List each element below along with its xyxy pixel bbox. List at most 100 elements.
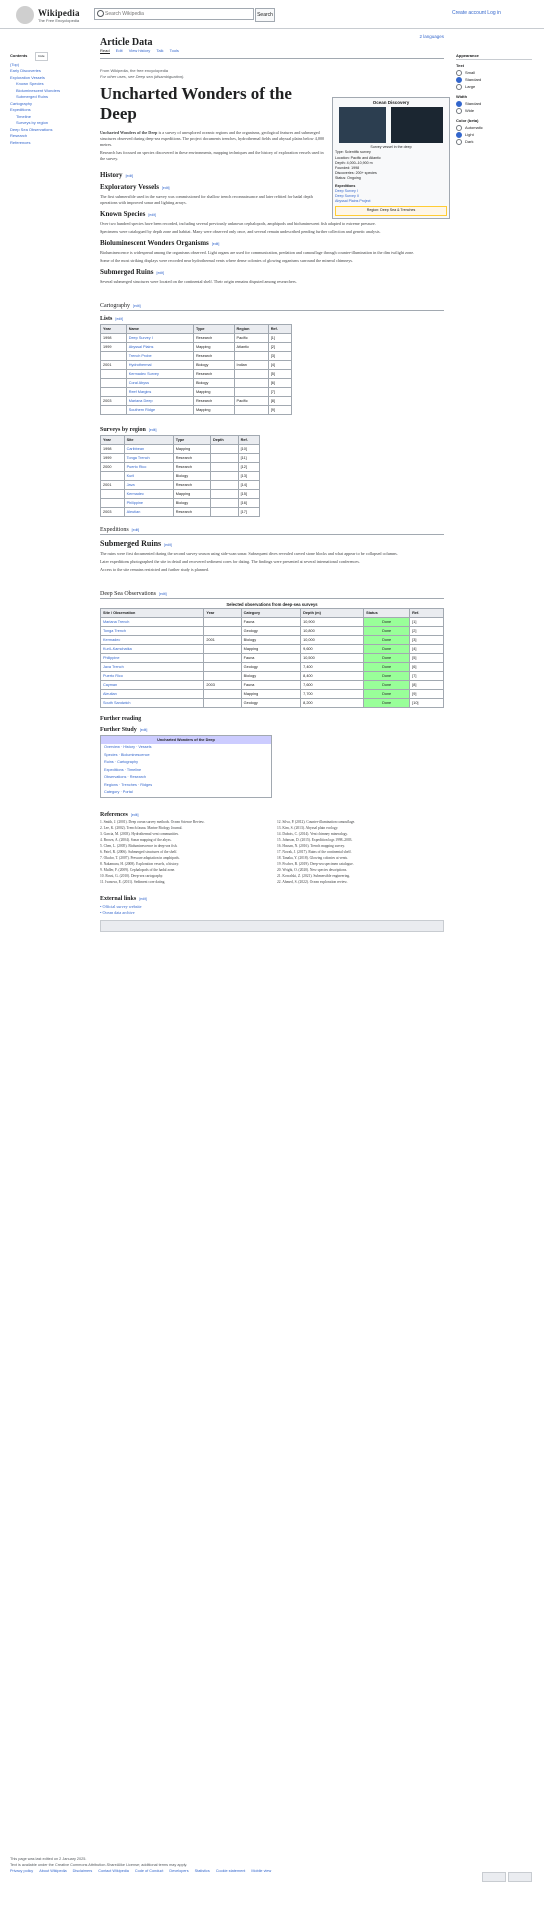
table-cell[interactable]: Southern Ridge xyxy=(125,405,194,415)
column-header[interactable]: Site xyxy=(123,435,174,445)
table-cell[interactable]: Puerto Rico xyxy=(99,671,205,681)
tab-history[interactable]: View history xyxy=(129,48,151,53)
table-cell[interactable]: Kermadec Survey xyxy=(125,369,194,379)
column-header[interactable]: Name xyxy=(125,324,194,334)
wordmark[interactable]: Wikipedia xyxy=(38,8,80,18)
wikimedia-badge-icon[interactable] xyxy=(482,1872,506,1882)
navbox-row[interactable]: Observations · Research xyxy=(101,774,271,782)
navbox-row[interactable]: Regions · Trenches · Ridges xyxy=(101,782,271,790)
column-header[interactable]: Status xyxy=(363,608,411,618)
toc-hide-button[interactable]: hide xyxy=(35,52,48,61)
language-button[interactable]: 2 languages xyxy=(419,34,444,39)
table-cell[interactable]: Tonga Trench xyxy=(99,626,205,636)
table-cell[interactable]: Cayman xyxy=(99,680,205,690)
table-cell[interactable]: Philippine xyxy=(99,653,205,663)
table-cell[interactable]: Tonga Trench xyxy=(123,453,174,463)
tab-tools[interactable]: Tools xyxy=(170,48,179,53)
text-size-option[interactable]: Small xyxy=(456,69,532,76)
wikipedia-logo-icon[interactable] xyxy=(16,6,34,24)
table-cell[interactable]: Hydrothermal xyxy=(125,360,194,370)
column-header[interactable]: Ref. xyxy=(237,435,261,445)
column-header[interactable]: Ref. xyxy=(409,608,444,618)
edit-link[interactable]: [edit] xyxy=(139,897,147,901)
edit-link[interactable]: [edit] xyxy=(156,271,164,275)
column-header[interactable]: Year xyxy=(100,435,125,445)
footer-link[interactable]: About Wikipedia xyxy=(39,1869,66,1873)
edit-link[interactable]: [edit] xyxy=(132,528,140,532)
table-cell[interactable]: Kermadec xyxy=(123,489,174,499)
column-header[interactable]: Region xyxy=(233,324,269,334)
color-option[interactable]: Light xyxy=(456,131,532,138)
footer-link[interactable]: Developers xyxy=(169,1869,188,1873)
edit-link[interactable]: [edit] xyxy=(126,174,134,178)
column-header[interactable]: Category xyxy=(240,608,302,618)
table-cell[interactable]: Kermadec xyxy=(99,635,205,645)
edit-link[interactable]: [edit] xyxy=(148,213,156,217)
width-option[interactable]: Standard xyxy=(456,100,532,107)
navbox-row[interactable]: Category · Portal xyxy=(101,789,271,797)
table-cell[interactable]: Kuril xyxy=(123,471,174,481)
personal-tools[interactable]: Create account Log in xyxy=(452,10,501,16)
toc-item[interactable]: References xyxy=(10,140,86,147)
table-cell[interactable]: Kuril–Kamchatka xyxy=(99,644,205,654)
text-size-option[interactable]: Standard xyxy=(456,76,532,83)
column-header[interactable]: Year xyxy=(100,324,127,334)
table-cell[interactable]: Aleutian xyxy=(99,689,205,699)
navbox-row[interactable]: Overview · History · Vessels xyxy=(101,744,271,752)
column-header[interactable]: Depth (m) xyxy=(300,608,365,618)
width-option[interactable]: Wide xyxy=(456,107,532,114)
footer-link[interactable]: Code of Conduct xyxy=(135,1869,164,1873)
column-header[interactable]: Site / Observation xyxy=(99,608,205,618)
edit-link[interactable]: [edit] xyxy=(140,728,148,732)
table-cell: Done xyxy=(363,680,411,690)
search-input[interactable] xyxy=(105,10,235,18)
table-cell[interactable]: Coral Abyss xyxy=(125,378,194,388)
footer-link[interactable]: Mobile view xyxy=(251,1869,271,1873)
column-header[interactable]: Ref. xyxy=(267,324,293,334)
navbox-row[interactable]: Species · Bioluminescence xyxy=(101,752,271,760)
table-cell[interactable]: Puerto Rico xyxy=(123,462,174,472)
table-cell[interactable]: Abyssal Plains xyxy=(125,342,194,352)
search-box[interactable] xyxy=(94,8,254,20)
footer-link[interactable]: Disclaimers xyxy=(73,1869,93,1873)
edit-link[interactable]: [edit] xyxy=(162,186,170,190)
edit-link[interactable]: [edit] xyxy=(159,592,167,596)
column-header[interactable]: Type xyxy=(172,435,211,445)
table-cell[interactable]: Trench Probe xyxy=(125,351,194,361)
search-button[interactable]: Search xyxy=(255,8,275,22)
edit-link[interactable]: [edit] xyxy=(131,813,139,817)
mediawiki-badge-icon[interactable] xyxy=(508,1872,532,1882)
column-header[interactable]: Year xyxy=(203,608,242,618)
table-cell[interactable]: Mariana Trench xyxy=(99,617,205,627)
edit-link[interactable]: [edit] xyxy=(212,242,220,246)
table-cell[interactable]: Philippine xyxy=(123,498,174,508)
table-cell: Research xyxy=(172,480,211,490)
table-cell[interactable]: Caribbean xyxy=(123,444,174,454)
edit-link[interactable]: [edit] xyxy=(149,428,157,432)
edit-link[interactable]: [edit] xyxy=(133,304,141,308)
tab-talk[interactable]: Talk xyxy=(156,48,163,53)
tab-edit[interactable]: Edit xyxy=(116,48,123,53)
navbox-row[interactable]: Expeditions · Timeline xyxy=(101,767,271,775)
table-cell[interactable]: Reef Margins xyxy=(125,387,194,397)
table-cell[interactable]: Java Trench xyxy=(99,662,205,672)
external-link[interactable]: • Ocean data archive xyxy=(100,910,444,916)
footer-link[interactable]: Privacy policy xyxy=(10,1869,33,1873)
edit-link[interactable]: [edit] xyxy=(115,317,123,321)
text-size-option[interactable]: Large xyxy=(456,83,532,90)
table-cell[interactable]: Mariana Deep xyxy=(125,396,194,406)
footer-link[interactable]: Statistics xyxy=(195,1869,210,1873)
color-option[interactable]: Automatic xyxy=(456,124,532,131)
color-option[interactable]: Dark xyxy=(456,138,532,145)
tab-read[interactable]: Read xyxy=(100,48,110,54)
table-cell[interactable]: Deep Survey I xyxy=(125,333,194,343)
column-header[interactable]: Type xyxy=(192,324,235,334)
footer-link[interactable]: Cookie statement xyxy=(216,1869,246,1873)
footer-link[interactable]: Contact Wikipedia xyxy=(98,1869,129,1873)
table-cell[interactable]: South Sandwich xyxy=(99,698,205,708)
edit-link[interactable]: [edit] xyxy=(164,543,172,547)
column-header[interactable]: Depth xyxy=(209,435,239,445)
navbox-row[interactable]: Ruins · Cartography xyxy=(101,759,271,767)
table-cell[interactable]: Java xyxy=(123,480,174,490)
table-cell[interactable]: Aleutian xyxy=(123,507,174,517)
